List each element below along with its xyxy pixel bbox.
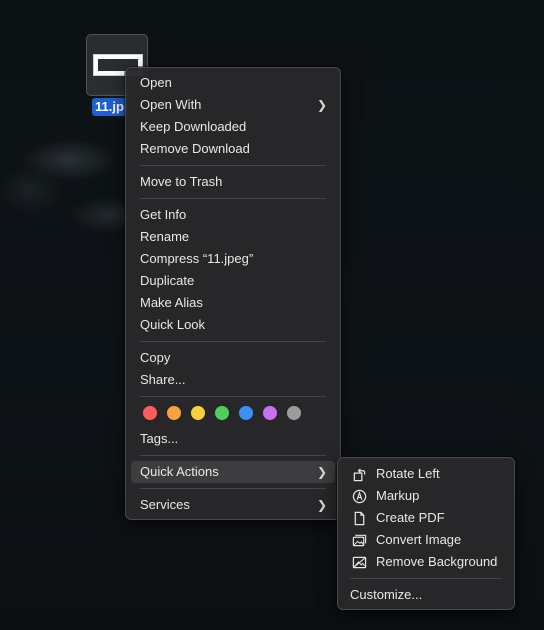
submenu-item-customize[interactable]: Customize... — [343, 584, 509, 606]
menu-item-quick-actions[interactable]: Quick Actions ❯ — [131, 461, 335, 483]
menu-item-label: Open With — [140, 97, 202, 112]
tag-gray-dot[interactable] — [287, 406, 301, 420]
menu-separator — [350, 578, 502, 579]
context-menu: Open Open With ❯ Keep Downloaded Remove D… — [125, 67, 341, 520]
menu-item-label: Quick Actions — [140, 464, 219, 479]
menu-item-services[interactable]: Services ❯ — [131, 494, 335, 516]
submenu-item-label: Convert Image — [376, 532, 462, 547]
submenu-item-label: Create PDF — [376, 510, 445, 525]
convert-image-icon — [352, 534, 367, 547]
menu-item-tags[interactable]: Tags... — [131, 428, 335, 450]
menu-item-label: Share... — [140, 372, 186, 387]
tag-color-row — [143, 406, 301, 420]
menu-separator — [140, 341, 326, 342]
tag-yellow-dot[interactable] — [191, 406, 205, 420]
menu-separator — [140, 165, 326, 166]
submenu-item-label: Remove Background — [376, 554, 498, 569]
menu-item-label: Tags... — [140, 431, 179, 446]
menu-item-label: Remove Download — [140, 141, 250, 156]
menu-item-duplicate[interactable]: Duplicate — [131, 270, 335, 292]
menu-item-label: Rename — [140, 229, 190, 244]
menu-item-label: Move to Trash — [140, 174, 223, 189]
tag-red-dot[interactable] — [143, 406, 157, 420]
menu-item-label: Keep Downloaded — [140, 119, 247, 134]
submenu-item-remove-background[interactable]: Remove Background — [343, 551, 509, 573]
quick-actions-submenu: Rotate Left Markup Create PDF Convert Im… — [337, 457, 515, 610]
chevron-right-icon: ❯ — [316, 98, 327, 112]
chevron-right-icon: ❯ — [316, 465, 327, 479]
tag-green-dot[interactable] — [215, 406, 229, 420]
menu-item-label: Make Alias — [140, 295, 203, 310]
tag-purple-dot[interactable] — [263, 406, 277, 420]
menu-separator — [140, 396, 326, 397]
menu-item-rename[interactable]: Rename — [131, 226, 335, 248]
document-icon — [354, 511, 365, 526]
chevron-right-icon: ❯ — [316, 498, 327, 512]
rotate-left-icon — [353, 468, 366, 482]
menu-item-remove-download[interactable]: Remove Download — [131, 138, 335, 160]
menu-item-label: Copy — [140, 350, 171, 365]
menu-item-open[interactable]: Open — [131, 72, 335, 94]
menu-item-compress[interactable]: Compress “11.jpeg” — [131, 248, 335, 270]
submenu-item-markup[interactable]: Markup — [343, 485, 509, 507]
menu-item-make-alias[interactable]: Make Alias — [131, 292, 335, 314]
menu-separator — [140, 488, 326, 489]
menu-separator — [140, 455, 326, 456]
menu-item-share[interactable]: Share... — [131, 369, 335, 391]
menu-item-label: Open — [140, 75, 172, 90]
menu-separator — [140, 198, 326, 199]
remove-background-icon — [352, 556, 367, 569]
menu-item-label: Quick Look — [140, 317, 206, 332]
submenu-item-convert-image[interactable]: Convert Image — [343, 529, 509, 551]
submenu-item-rotate-left[interactable]: Rotate Left — [343, 463, 509, 485]
menu-item-move-to-trash[interactable]: Move to Trash — [131, 171, 335, 193]
tag-orange-dot[interactable] — [167, 406, 181, 420]
submenu-item-label: Rotate Left — [376, 466, 440, 481]
menu-item-get-info[interactable]: Get Info — [131, 204, 335, 226]
menu-item-keep-downloaded[interactable]: Keep Downloaded — [131, 116, 335, 138]
menu-item-label: Services — [140, 497, 190, 512]
file-name-label[interactable]: 11.jpeg — [92, 98, 127, 116]
menu-item-label: Duplicate — [140, 273, 195, 288]
menu-item-label: Compress “11.jpeg” — [140, 251, 254, 266]
menu-item-label: Get Info — [140, 207, 187, 222]
menu-item-copy[interactable]: Copy — [131, 347, 335, 369]
tag-blue-dot[interactable] — [239, 406, 253, 420]
menu-item-open-with[interactable]: Open With ❯ — [131, 94, 335, 116]
markup-icon — [352, 489, 367, 504]
submenu-item-label: Markup — [376, 488, 420, 503]
menu-item-quick-look[interactable]: Quick Look — [131, 314, 335, 336]
submenu-item-label: Customize... — [350, 587, 423, 602]
submenu-item-create-pdf[interactable]: Create PDF — [343, 507, 509, 529]
